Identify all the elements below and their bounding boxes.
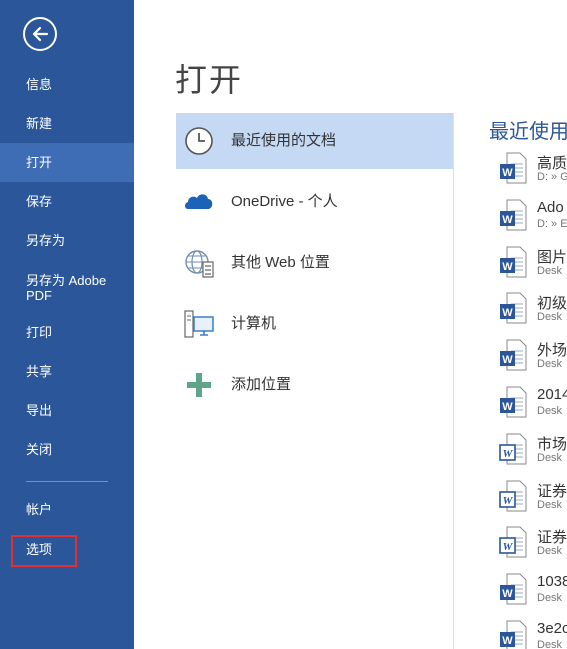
recent-document-path: D: » E bbox=[537, 217, 567, 230]
nav-item-new[interactable]: 新建 bbox=[0, 104, 134, 143]
recent-heading: 最近使用 bbox=[489, 121, 567, 143]
svg-text:W: W bbox=[503, 541, 514, 553]
word-97-2003-document-icon: W bbox=[499, 526, 527, 558]
place-recent-documents[interactable]: 最近使用的文档 bbox=[176, 113, 453, 169]
recent-document-name: 高质 bbox=[537, 155, 567, 172]
recent-document-item[interactable]: W 证券 Desk bbox=[496, 478, 567, 525]
word-document-icon: W bbox=[500, 246, 527, 278]
recent-document-item[interactable]: W 1038 Desk bbox=[496, 571, 567, 618]
nav-item-save-as-pdf[interactable]: 另存为 Adobe PDF bbox=[0, 268, 134, 314]
places-list: 最近使用的文档 OneDrive - 个人 其他 Web 位置 计算机 添加位置 bbox=[176, 113, 453, 418]
column-divider bbox=[453, 113, 454, 649]
recent-document-name: 2014 bbox=[537, 385, 567, 403]
recent-document-name: 3e2c bbox=[537, 619, 567, 637]
page-title: 打开 bbox=[175, 62, 244, 98]
recent-document-name: 初级 bbox=[537, 295, 567, 313]
recent-document-path: Desk bbox=[537, 358, 563, 371]
svg-text:W: W bbox=[502, 635, 513, 647]
recent-document-path: Desk bbox=[537, 545, 563, 558]
nav-item-print[interactable]: 打印 bbox=[0, 313, 134, 352]
recent-document-path: Desk bbox=[537, 638, 563, 649]
recent-document-name: 图片 bbox=[537, 248, 567, 266]
word-97-2003-document-icon: W bbox=[499, 433, 527, 465]
nav-item-export[interactable]: 导出 bbox=[0, 391, 134, 430]
recent-document-name: 外场 bbox=[537, 342, 567, 360]
recent-document-item[interactable]: W 图片 Desk bbox=[496, 244, 567, 291]
nav-item-open[interactable]: 打开 bbox=[0, 143, 134, 182]
recent-document-name: 证券 bbox=[537, 529, 567, 547]
recent-document-path: Desk bbox=[537, 592, 563, 605]
back-button[interactable] bbox=[23, 17, 57, 51]
nav-item-save-as[interactable]: 另存为 bbox=[0, 221, 134, 260]
recent-document-path: Desk bbox=[537, 311, 563, 324]
nav-item-info[interactable]: 信息 bbox=[0, 65, 134, 104]
svg-text:W: W bbox=[502, 167, 513, 179]
computer-icon bbox=[184, 310, 214, 338]
svg-text:W: W bbox=[502, 401, 513, 413]
word-document-icon: W bbox=[500, 292, 527, 324]
place-label: 最近使用的文档 bbox=[231, 132, 337, 149]
nav-item-save[interactable]: 保存 bbox=[0, 182, 134, 221]
recent-document-item[interactable]: W 市场 Desk bbox=[496, 431, 567, 478]
cloud-icon bbox=[185, 194, 213, 209]
svg-text:W: W bbox=[502, 261, 513, 273]
nav-item-account[interactable]: 帐户 bbox=[0, 490, 134, 529]
recent-document-name: 证券 bbox=[537, 482, 567, 500]
recent-document-path: Desk bbox=[537, 451, 563, 464]
nav-divider bbox=[26, 481, 108, 482]
word-document-icon: W bbox=[500, 199, 527, 231]
place-add-location[interactable]: 添加位置 bbox=[176, 357, 453, 413]
recent-document-name: 1038 bbox=[537, 573, 567, 591]
place-label: 计算机 bbox=[231, 315, 277, 332]
svg-text:W: W bbox=[503, 448, 514, 460]
recent-document-item[interactable]: W Ado D: » E bbox=[496, 197, 567, 244]
nav-item-share[interactable]: 共享 bbox=[0, 352, 134, 391]
recent-document-path: D: » G bbox=[537, 171, 567, 183]
recent-document-name: Ado bbox=[537, 198, 564, 216]
recent-documents-list: W 高质 D: » G W Ado D: » E W 图片 Desk W 初级 … bbox=[496, 150, 567, 649]
recent-document-item[interactable]: W 外场 Desk bbox=[496, 337, 567, 384]
recent-document-path: Desk bbox=[537, 404, 563, 417]
nav-item-close[interactable]: 关闭 bbox=[0, 430, 134, 469]
svg-text:W: W bbox=[502, 307, 513, 319]
place-label: OneDrive - 个人 bbox=[231, 193, 338, 210]
recent-document-item[interactable]: W 2014 Desk bbox=[496, 384, 567, 431]
recent-document-item[interactable]: W 证券 Desk bbox=[496, 524, 567, 571]
recent-document-item[interactable]: W 高质 D: » G bbox=[496, 150, 567, 197]
svg-text:W: W bbox=[502, 354, 513, 366]
arrow-left-icon bbox=[32, 26, 49, 42]
recent-document-name: 市场 bbox=[537, 435, 567, 453]
plus-icon bbox=[187, 373, 211, 397]
word-document-icon: W bbox=[500, 386, 527, 418]
word-document-icon: W bbox=[500, 620, 527, 649]
word-document-icon: W bbox=[500, 339, 527, 371]
recent-document-item[interactable]: W 初级 Desk bbox=[496, 290, 567, 337]
svg-text:W: W bbox=[502, 214, 513, 226]
clock-icon bbox=[185, 127, 213, 155]
place-computer[interactable]: 计算机 bbox=[176, 296, 453, 352]
recent-document-path: Desk bbox=[537, 264, 563, 277]
word-document-icon: W bbox=[500, 152, 527, 184]
backstage-nav: 信息 新建 打开 保存 另存为 另存为 Adobe PDF 打印 共享 导出 关… bbox=[0, 0, 134, 649]
place-other-web[interactable]: 其他 Web 位置 bbox=[176, 235, 453, 291]
word-document-icon: W bbox=[500, 573, 527, 605]
place-label: 其他 Web 位置 bbox=[231, 254, 330, 271]
options-highlight-box bbox=[11, 535, 77, 567]
globe-server-icon bbox=[185, 250, 214, 278]
svg-text:W: W bbox=[502, 588, 513, 600]
place-label: 添加位置 bbox=[231, 376, 292, 393]
svg-text:W: W bbox=[503, 495, 514, 507]
recent-document-item[interactable]: W 3e2c Desk bbox=[496, 618, 567, 649]
word-97-2003-document-icon: W bbox=[499, 480, 527, 512]
recent-document-path: Desk bbox=[537, 498, 563, 511]
place-onedrive[interactable]: OneDrive - 个人 bbox=[176, 174, 453, 230]
